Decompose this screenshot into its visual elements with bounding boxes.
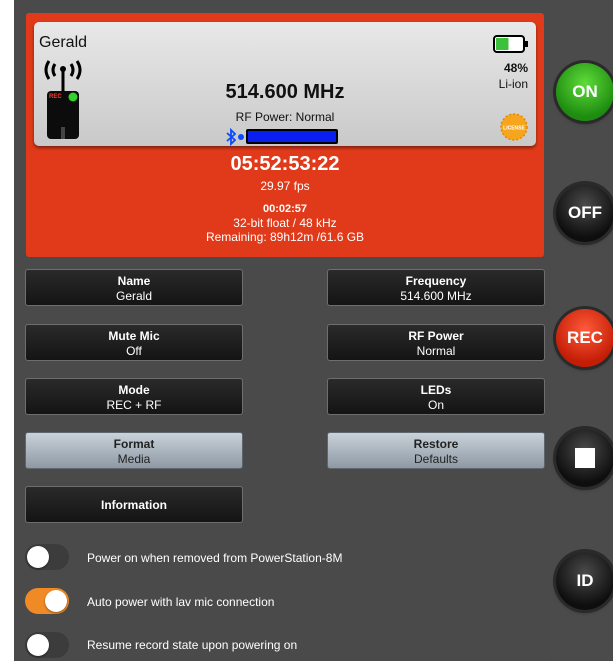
power-on-removed-label: Power on when removed from PowerStation-… — [87, 551, 343, 565]
format-media-button[interactable]: Format Media — [25, 432, 243, 469]
remaining-storage: Remaining: 89h12m /61.6 GB — [205, 230, 365, 244]
name-button-label: Name — [117, 274, 151, 288]
rf-level-bar — [246, 129, 338, 144]
on-button[interactable]: ON — [556, 63, 613, 121]
device-card: Gerald REC 514.600 MHz RF Power: Normal … — [34, 22, 536, 146]
format-media-value: Media — [117, 452, 151, 466]
mute-mic-button[interactable]: Mute Mic Off — [25, 324, 243, 361]
resume-record-toggle[interactable] — [25, 632, 69, 658]
off-button[interactable]: OFF — [556, 184, 613, 242]
frequency-button-label: Frequency — [405, 274, 467, 288]
mode-label: Mode — [118, 383, 150, 397]
mute-mic-value: Off — [126, 344, 142, 358]
frequency-button[interactable]: Frequency 514.600 MHz — [327, 269, 545, 306]
license-badge-text: LICENSE — [503, 126, 525, 132]
timecode: 05:52:53:22 — [230, 153, 340, 175]
stop-icon — [575, 448, 595, 468]
leds-button[interactable]: LEDs On — [327, 378, 545, 415]
auto-power-lav-label: Auto power with lav mic connection — [87, 595, 275, 609]
battery-icon — [493, 35, 528, 53]
battery-type: Li-ion — [498, 77, 528, 91]
information-label: Information — [101, 498, 167, 512]
mode-button[interactable]: Mode REC + RF — [25, 378, 243, 415]
id-button[interactable]: ID — [556, 552, 613, 610]
audio-format: 32-bit float / 48 kHz — [233, 216, 337, 230]
power-on-removed-toggle[interactable] — [25, 544, 69, 570]
bluetooth-icon — [226, 128, 244, 146]
mode-value: REC + RF — [106, 398, 162, 412]
rf-power-status: RF Power: Normal — [235, 110, 335, 124]
name-button-value: Gerald — [115, 289, 153, 303]
device-name: Gerald — [39, 34, 88, 51]
frequency-display: 514.600 MHz — [225, 81, 345, 103]
format-media-label: Format — [113, 437, 155, 451]
rf-power-button[interactable]: RF Power Normal — [327, 324, 545, 361]
frame-rate: 29.97 fps — [260, 179, 310, 193]
toggle-knob — [27, 546, 49, 568]
leds-value: On — [427, 398, 444, 412]
auto-power-lav-toggle[interactable] — [25, 588, 69, 614]
restore-defaults-value: Defaults — [413, 452, 459, 466]
information-button[interactable]: Information — [25, 486, 243, 523]
record-duration: 00:02:57 — [262, 203, 308, 215]
resume-record-label: Resume record state upon powering on — [87, 638, 298, 652]
rf-power-value: Normal — [416, 344, 456, 358]
frequency-button-value: 514.600 MHz — [400, 289, 472, 303]
restore-defaults-button[interactable]: Restore Defaults — [327, 432, 545, 469]
name-button[interactable]: Name Gerald — [25, 269, 243, 306]
restore-defaults-label: Restore — [413, 437, 459, 451]
license-badge-icon[interactable]: LICENSE — [500, 113, 528, 141]
mute-mic-label: Mute Mic — [108, 329, 160, 343]
toggle-knob — [45, 590, 67, 612]
leds-label: LEDs — [420, 383, 452, 397]
rec-button[interactable]: REC — [556, 309, 613, 367]
status-panel: Gerald REC 514.600 MHz RF Power: Normal … — [26, 13, 544, 257]
toggle-knob — [27, 634, 49, 656]
rf-power-label: RF Power — [408, 329, 464, 343]
battery-percent: 48% — [503, 61, 528, 75]
stop-button[interactable] — [556, 429, 613, 487]
